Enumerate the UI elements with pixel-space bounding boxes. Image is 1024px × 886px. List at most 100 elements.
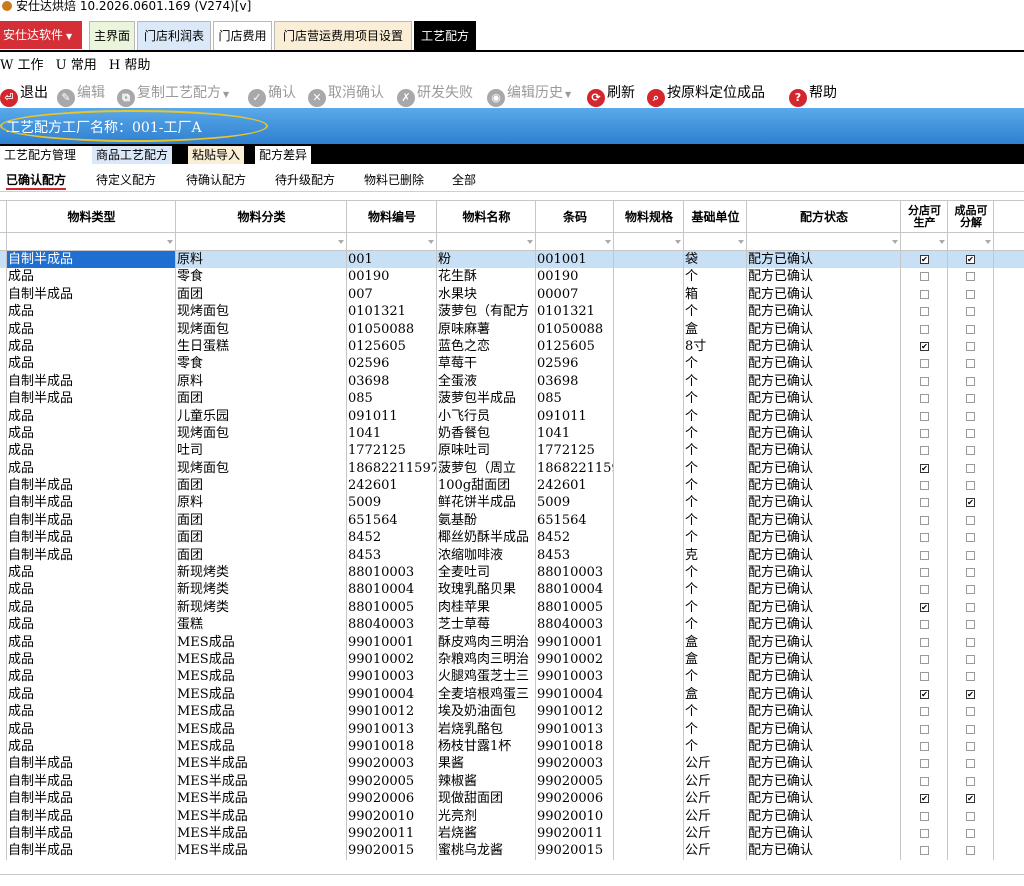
table-row[interactable]: 成品 现烤面包 1041 奶香餐包 1041 个 配方已确认	[0, 425, 1024, 442]
product-decomposable-checkbox[interactable]	[966, 654, 975, 664]
store-producible-checkbox[interactable]: ✔	[920, 689, 929, 699]
subtab-paste-import[interactable]: 粘贴导入	[188, 146, 245, 164]
filter-all[interactable]: 全部	[452, 170, 476, 190]
table-row[interactable]: 自制半成品 原料 03698 全蛋液 03698 个 配方已确认	[0, 373, 1024, 390]
table-row[interactable]: 成品 吐司 1772125 原味吐司 1772125 个 配方已确认	[0, 442, 1024, 459]
tab-store-operating-expense-settings[interactable]: 门店营运费用项目设置	[274, 21, 412, 50]
filter-cell-material-type[interactable]	[7, 233, 176, 250]
filter-confirmed[interactable]: 已确认配方	[6, 170, 67, 190]
store-producible-checkbox[interactable]	[920, 654, 929, 664]
subtab-recipe-diff[interactable]: 配方差异	[255, 146, 312, 164]
locate-by-material-button[interactable]: ⌕ 按原料定位成品	[647, 82, 765, 107]
tab-store-expense[interactable]: 门店费用	[213, 21, 272, 50]
store-producible-checkbox[interactable]	[920, 741, 929, 751]
refresh-button[interactable]: ⟳ 刷新	[587, 82, 635, 107]
product-decomposable-checkbox[interactable]: ✔	[966, 255, 975, 264]
header-product-decomposable[interactable]: 成品可分解	[948, 201, 994, 233]
table-row[interactable]: 成品 MES成品 99010013 岩烧乳酪包 99010013 个 配方已确认	[0, 721, 1024, 738]
store-producible-checkbox[interactable]: ✔	[920, 255, 929, 264]
store-producible-checkbox[interactable]	[920, 376, 929, 386]
store-producible-checkbox[interactable]	[920, 307, 929, 317]
product-decomposable-checkbox[interactable]	[966, 602, 975, 612]
product-decomposable-checkbox[interactable]	[966, 550, 975, 560]
filter-cell-material-code[interactable]	[347, 233, 437, 250]
filter-cell-material-name[interactable]	[437, 233, 536, 250]
table-row[interactable]: 成品 MES成品 99010012 埃及奶油面包 99010012 个 配方已确认	[0, 703, 1024, 720]
header-store-producible[interactable]: 分店可生产	[901, 201, 948, 233]
menu-help[interactable]: H 帮助	[109, 58, 150, 73]
product-decomposable-checkbox[interactable]	[966, 428, 975, 438]
product-decomposable-checkbox[interactable]	[966, 394, 975, 404]
store-producible-checkbox[interactable]	[920, 272, 929, 282]
product-decomposable-checkbox[interactable]	[966, 776, 975, 786]
table-row[interactable]: 自制半成品 原料 001 粉 001001 袋 配方已确认 ✔ ✔	[0, 251, 1024, 269]
table-row[interactable]: 成品 零食 00190 花生酥 00190 个 配方已确认	[0, 268, 1024, 285]
header-material-type[interactable]: 物料类型	[7, 201, 176, 233]
filter-cell-product-decomposable[interactable]	[948, 233, 994, 250]
product-decomposable-checkbox[interactable]	[966, 533, 975, 543]
filter-pending-define[interactable]: 待定义配方	[96, 170, 156, 190]
product-decomposable-checkbox[interactable]: ✔	[966, 689, 975, 699]
product-decomposable-checkbox[interactable]	[966, 568, 975, 578]
store-producible-checkbox[interactable]	[920, 707, 929, 717]
product-decomposable-checkbox[interactable]: ✔	[966, 498, 975, 508]
table-row[interactable]: 成品 新现烤类 88010004 玫瑰乳酪贝果 88010004 个 配方已确认	[0, 581, 1024, 598]
store-producible-checkbox[interactable]	[920, 828, 929, 838]
table-row[interactable]: 自制半成品 MES半成品 99020005 辣椒酱 99020005 公斤 配方已确认	[0, 773, 1024, 790]
store-producible-checkbox[interactable]	[920, 776, 929, 786]
product-decomposable-checkbox[interactable]	[966, 620, 975, 630]
table-row[interactable]: 自制半成品 面团 007 水果块 00007 箱 配方已确认	[0, 286, 1024, 303]
product-decomposable-checkbox[interactable]	[966, 846, 975, 856]
edit-button[interactable]: ✎ 编辑	[57, 82, 105, 107]
store-producible-checkbox[interactable]	[920, 533, 929, 543]
header-material-category[interactable]: 物料分类	[176, 201, 347, 233]
product-decomposable-checkbox[interactable]	[966, 741, 975, 751]
product-decomposable-checkbox[interactable]	[966, 324, 975, 334]
table-row[interactable]: 成品 新现烤类 88010005 肉桂苹果 88010005 个 配方已确认 ✔	[0, 599, 1024, 616]
table-row[interactable]: 成品 蛋糕 88040003 芝士草莓 88040003 个 配方已确认	[0, 616, 1024, 633]
store-producible-checkbox[interactable]: ✔	[920, 602, 929, 612]
filter-cell-recipe-status[interactable]	[747, 233, 901, 250]
product-decomposable-checkbox[interactable]	[966, 411, 975, 421]
table-row[interactable]: 成品 MES成品 99010002 杂粮鸡肉三明治 99010002 盒 配方已确认	[0, 651, 1024, 668]
store-producible-checkbox[interactable]: ✔	[920, 463, 929, 473]
filter-cell-spec[interactable]	[614, 233, 684, 250]
table-row[interactable]: 成品 生日蛋糕 0125605 蓝色之恋 0125605 8寸 配方已确认 ✔	[0, 338, 1024, 355]
header-base-unit[interactable]: 基础单位	[684, 201, 747, 233]
subtab-product-recipe[interactable]: 商品工艺配方	[92, 146, 173, 164]
filter-cell-barcode[interactable]	[536, 233, 614, 250]
product-decomposable-checkbox[interactable]	[966, 376, 975, 386]
product-decomposable-checkbox[interactable]	[966, 707, 975, 717]
filter-pending-confirm[interactable]: 待确认配方	[186, 170, 246, 190]
store-producible-checkbox[interactable]	[920, 289, 929, 299]
product-decomposable-checkbox[interactable]	[966, 359, 975, 369]
table-row[interactable]: 自制半成品 MES半成品 99020011 岩烧酱 99020011 公斤 配方已确认	[0, 825, 1024, 842]
product-decomposable-checkbox[interactable]	[966, 672, 975, 682]
header-spec[interactable]: 物料规格	[614, 201, 684, 233]
filter-cell-store-producible[interactable]	[901, 233, 948, 250]
store-producible-checkbox[interactable]	[920, 411, 929, 421]
store-producible-checkbox[interactable]	[920, 637, 929, 647]
subtab-recipe-management[interactable]: 工艺配方管理	[0, 146, 92, 164]
store-producible-checkbox[interactable]	[920, 498, 929, 508]
store-producible-checkbox[interactable]	[920, 759, 929, 769]
help-button[interactable]: ? 帮助	[789, 82, 837, 107]
exit-button[interactable]: ⏎ 退出	[0, 82, 48, 107]
brand-menu-button[interactable]: 安仕达软件 ▼	[0, 21, 82, 49]
tab-main[interactable]: 主界面	[89, 21, 135, 50]
edit-history-button[interactable]: ◉ 编辑历史 ▼	[487, 82, 571, 107]
store-producible-checkbox[interactable]	[920, 515, 929, 525]
menu-common[interactable]: U 常用	[56, 58, 97, 73]
store-producible-checkbox[interactable]	[920, 481, 929, 491]
store-producible-checkbox[interactable]	[920, 428, 929, 438]
product-decomposable-checkbox[interactable]	[966, 481, 975, 491]
header-material-name[interactable]: 物料名称	[437, 201, 536, 233]
table-row[interactable]: 成品 MES成品 99010001 酥皮鸡肉三明治 99010001 盒 配方已确认	[0, 634, 1024, 651]
store-producible-checkbox[interactable]	[920, 620, 929, 630]
table-row[interactable]: 自制半成品 面团 8453 浓缩咖啡液 8453 克 配方已确认	[0, 547, 1024, 564]
product-decomposable-checkbox[interactable]	[966, 307, 975, 317]
tab-store-profit[interactable]: 门店利润表	[137, 21, 211, 50]
filter-pending-upgrade[interactable]: 待升级配方	[275, 170, 335, 190]
table-row[interactable]: 自制半成品 面团 085 菠萝包半成品 085 个 配方已确认	[0, 390, 1024, 407]
store-producible-checkbox[interactable]: ✔	[920, 341, 929, 351]
